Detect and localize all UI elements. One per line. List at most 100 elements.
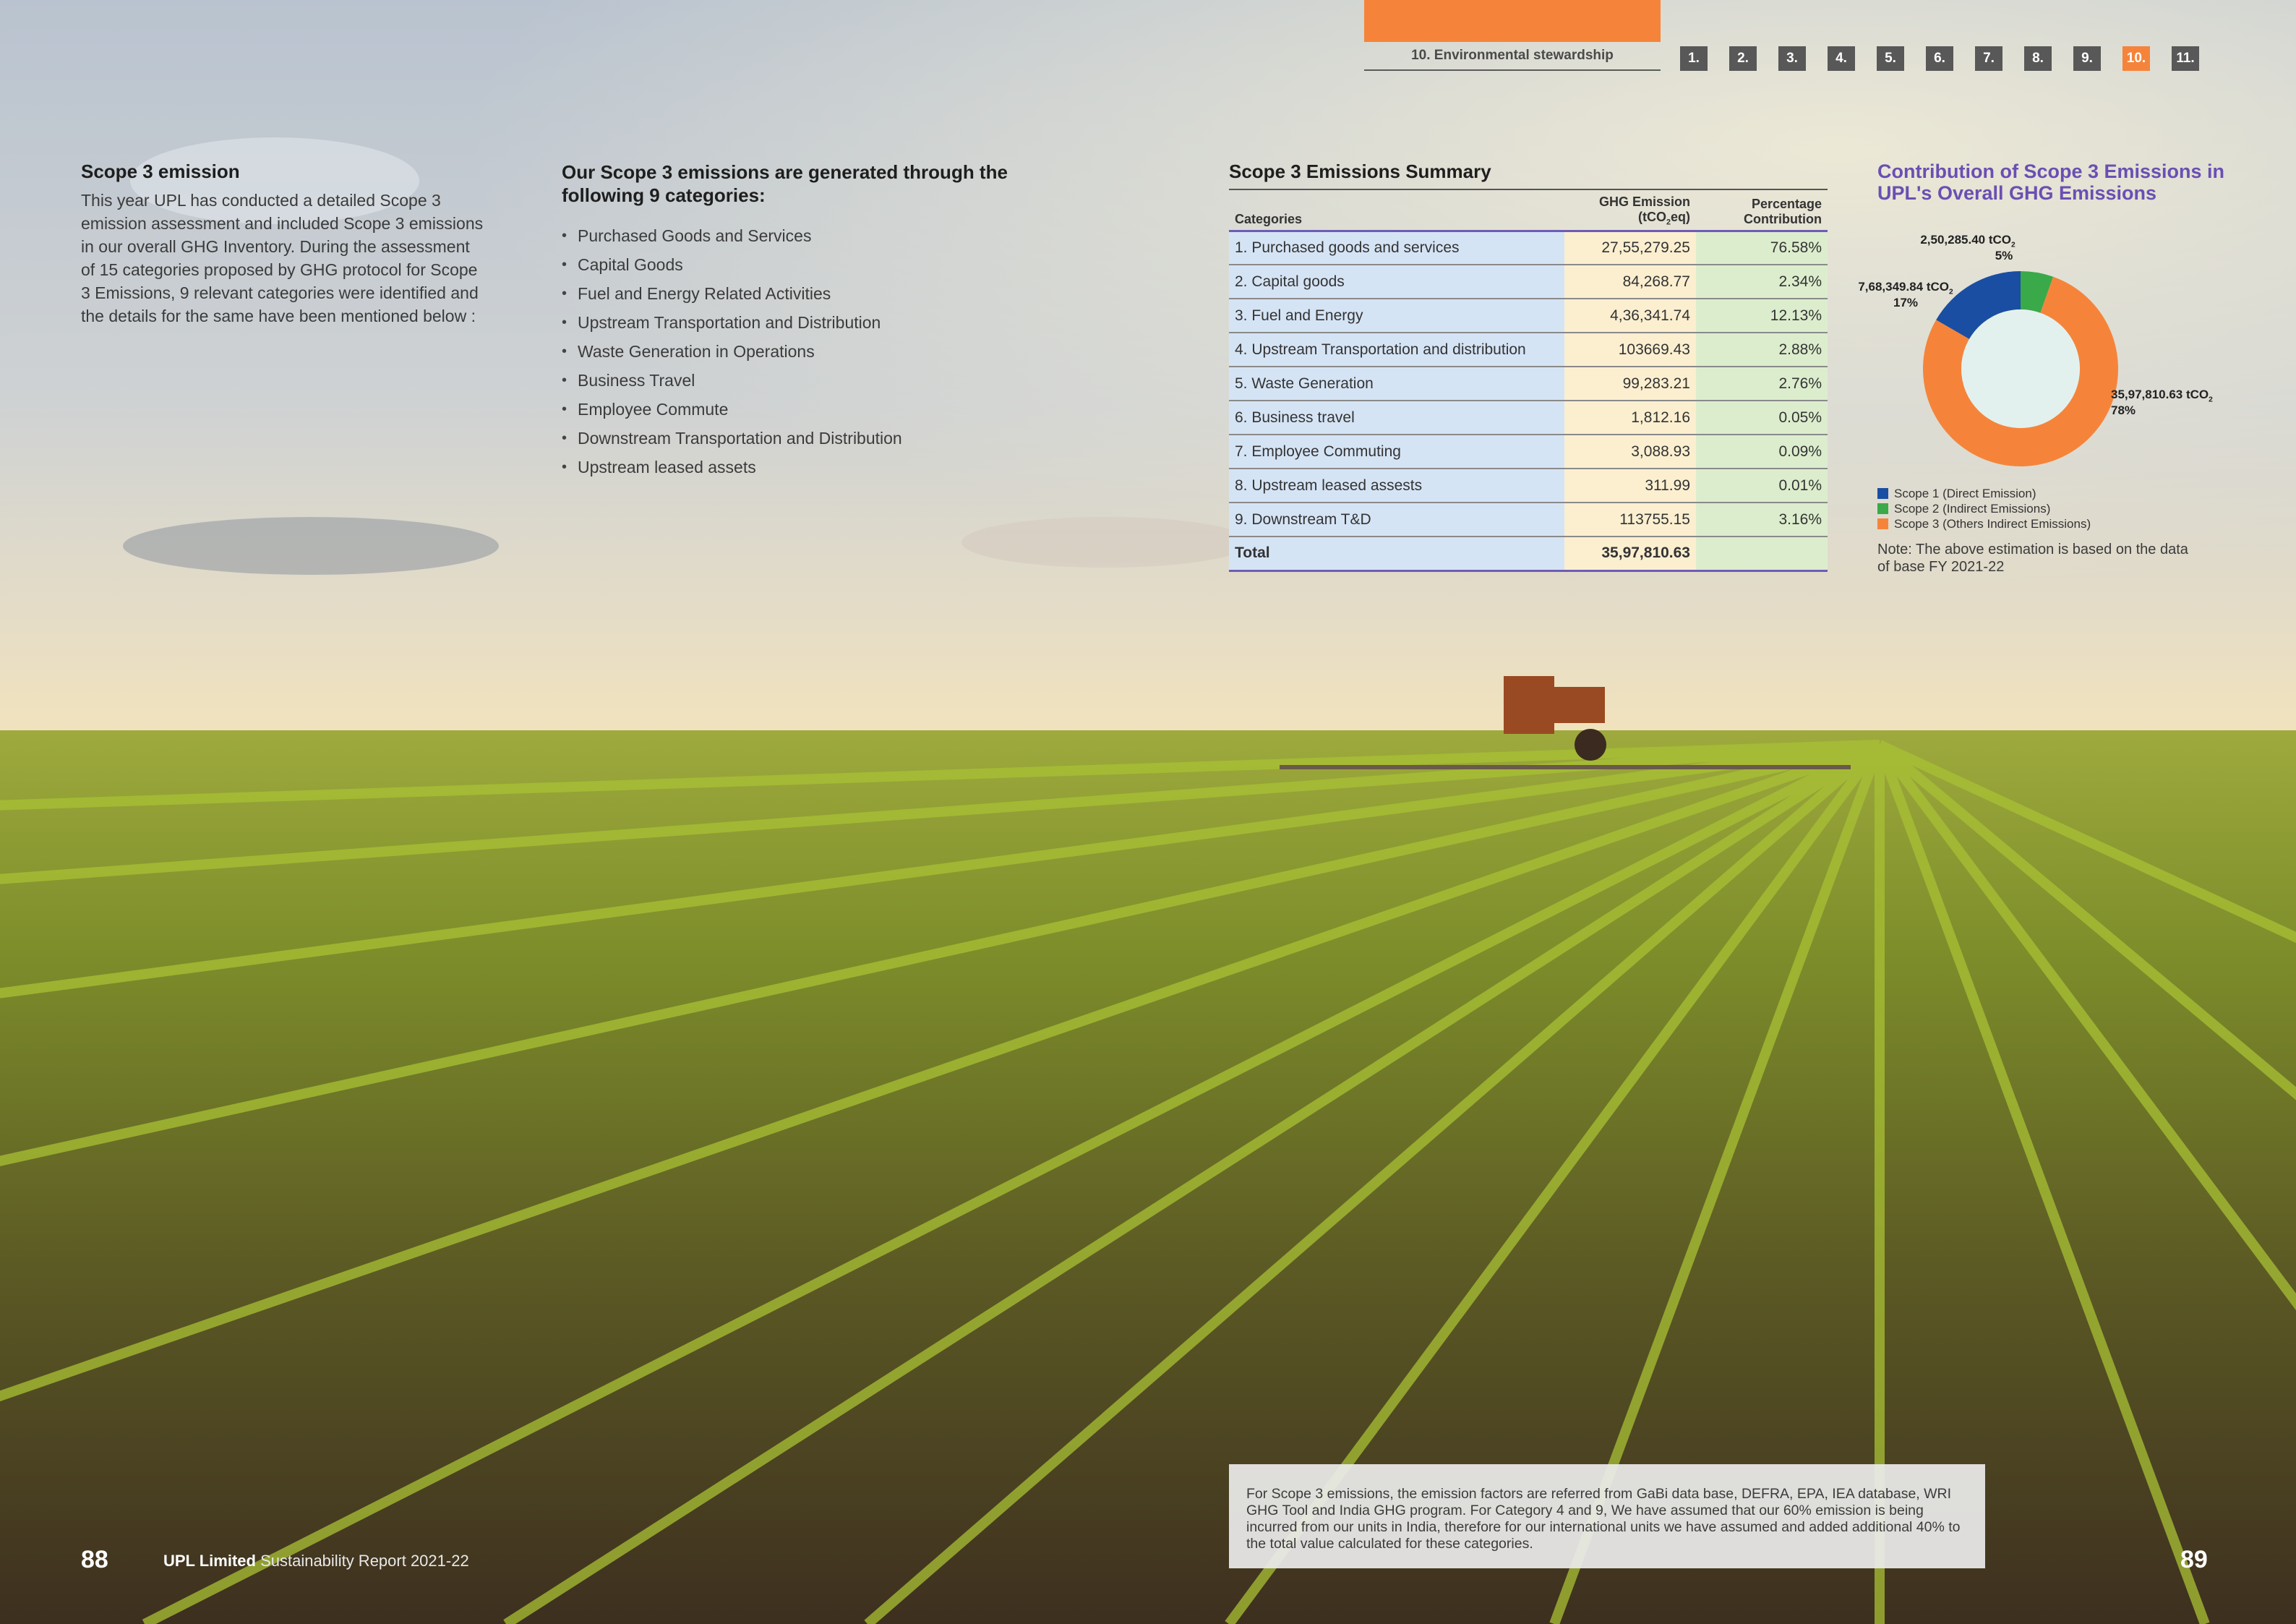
cell-percent: 0.01% — [1696, 469, 1828, 504]
cell-emission: 113755.15 — [1564, 503, 1696, 538]
donut-section: Contribution of Scope 3 Emissions in UPL… — [1877, 161, 2282, 204]
nav-tab-5[interactable]: 5. — [1877, 46, 1904, 71]
list-item: Business Travel — [562, 366, 1024, 395]
list-item: Employee Commute — [562, 395, 1024, 424]
scope2-pct: 5% — [1995, 249, 2013, 263]
donut-note: Note: The above estimation is based on t… — [1877, 542, 2188, 575]
cell-category: 2. Capital goods — [1229, 265, 1564, 300]
cell-percent: 0.05% — [1696, 401, 1828, 436]
nav-tab-4[interactable]: 4. — [1828, 46, 1855, 71]
nav-tab-9[interactable]: 9. — [2073, 46, 2101, 71]
cell-category: 6. Business travel — [1229, 401, 1564, 436]
cell-emission: 1,812.16 — [1564, 401, 1696, 436]
legend-item: Scope 1 (Direct Emission) — [1877, 486, 2091, 501]
nav-tab-1[interactable]: 1. — [1680, 46, 1708, 71]
nav-tab-3[interactable]: 3. — [1778, 46, 1806, 71]
scope1-value: 7,68,349.84 tCO — [1858, 280, 1950, 294]
cell-emission: 103669.43 — [1564, 333, 1696, 368]
total-total_label: Total — [1229, 537, 1564, 572]
nav-tab-7[interactable]: 7. — [1975, 46, 2002, 71]
cell-emission: 84,268.77 — [1564, 265, 1696, 300]
section-tabs: 1. 2. 3. 4. 5. 6. 7. 8. 9. 10. 11. — [1680, 46, 2221, 71]
scope1-pct: 17% — [1893, 296, 1919, 310]
col-header-emission-unit: (tCO — [1637, 210, 1666, 224]
total-total_percent — [1696, 537, 1828, 572]
col-header-emission-unit-end: eq) — [1671, 210, 1690, 224]
table-total-row: Total 35,97,810.63 — [1229, 537, 1828, 572]
cell-emission: 4,36,341.74 — [1564, 299, 1696, 334]
legend-label: Scope 2 (Indirect Emissions) — [1894, 502, 2051, 516]
nav-tab-6[interactable]: 6. — [1926, 46, 1953, 71]
legend-item: Scope 2 (Indirect Emissions) — [1877, 501, 2091, 516]
cell-category: 4. Upstream Transportation and distribut… — [1229, 333, 1564, 368]
list-item: Purchased Goods and Services — [562, 221, 1024, 250]
categories-section: Our Scope 3 emissions are generated thro… — [562, 161, 1024, 482]
summary-table: Categories GHG Emission (tCO2eq) Percent… — [1229, 188, 1828, 572]
cell-percent: 2.34% — [1696, 265, 1828, 300]
col-header-emission: GHG Emission (tCO2eq) — [1564, 188, 1696, 232]
footer-brand: UPL Limited Sustainability Report 2021-2… — [163, 1552, 469, 1570]
col-header-pct-line1: Percentage — [1751, 196, 1822, 211]
donut-label-scope3: 35,97,810.63 tCO2 78% — [2111, 388, 2248, 418]
total-total_emission: 35,97,810.63 — [1564, 537, 1696, 572]
donut-label-scope1: 7,68,349.84 tCO2 17% — [1848, 280, 1963, 310]
cell-emission: 27,55,279.25 — [1564, 231, 1696, 266]
table-row: 2. Capital goods 84,268.77 2.34% — [1229, 265, 1828, 300]
col-header-emission-line1: GHG Emission — [1598, 195, 1690, 209]
nav-tab-8[interactable]: 8. — [2024, 46, 2052, 71]
intro-heading: Scope 3 emission — [81, 161, 240, 182]
nav-tab-2[interactable]: 2. — [1729, 46, 1757, 71]
scope3-pct: 78% — [2111, 403, 2136, 418]
legend-swatch — [1877, 503, 1888, 514]
legend-swatch — [1877, 518, 1888, 529]
intro-section: Scope 3 emission This year UPL has condu… — [81, 161, 486, 328]
table-row: 7. Employee Commuting 3,088.93 0.09% — [1229, 435, 1828, 470]
cell-category: 7. Employee Commuting — [1229, 435, 1564, 470]
nav-accent-bar — [1364, 0, 1661, 42]
legend-label: Scope 3 (Others Indirect Emissions) — [1894, 517, 2091, 531]
cell-category: 1. Purchased goods and services — [1229, 231, 1564, 266]
categories-list: Purchased Goods and ServicesCapital Good… — [562, 221, 1024, 482]
categories-heading: Our Scope 3 emissions are generated thro… — [562, 161, 1008, 206]
table-row: 8. Upstream leased assests 311.99 0.01% — [1229, 469, 1828, 504]
cell-percent: 76.58% — [1696, 231, 1828, 266]
cell-percent: 12.13% — [1696, 299, 1828, 334]
cell-emission: 311.99 — [1564, 469, 1696, 504]
table-row: 6. Business travel 1,812.16 0.05% — [1229, 401, 1828, 436]
cell-category: 5. Waste Generation — [1229, 367, 1564, 402]
table-row: 4. Upstream Transportation and distribut… — [1229, 333, 1828, 368]
scope3-value: 35,97,810.63 tCO — [2111, 388, 2209, 401]
table-title: Scope 3 Emissions Summary — [1229, 161, 1491, 182]
nav-tab-10[interactable]: 10. — [2122, 46, 2150, 71]
brand-name: UPL Limited — [163, 1552, 256, 1570]
legend-label: Scope 1 (Direct Emission) — [1894, 487, 2036, 500]
list-item: Upstream leased assets — [562, 453, 1024, 482]
list-item: Upstream Transportation and Distribution — [562, 308, 1024, 337]
cell-category: 8. Upstream leased assests — [1229, 469, 1564, 504]
section-title: 10. Environmental stewardship — [1364, 45, 1661, 71]
scope2-sub: 2 — [2011, 241, 2016, 249]
cell-percent: 2.76% — [1696, 367, 1828, 402]
list-item: Fuel and Energy Related Activities — [562, 279, 1024, 308]
donut-title: Contribution of Scope 3 Emissions in UPL… — [1877, 161, 2225, 204]
donut-label-scope2: 2,50,285.40 tCO2 5% — [1903, 233, 2033, 263]
page-number-left: 88 — [81, 1546, 108, 1573]
list-item: Waste Generation in Operations — [562, 337, 1024, 366]
footnote-box: For Scope 3 emissions, the emission fact… — [1229, 1464, 1985, 1568]
summary-table-section: Scope 3 Emissions Summary Categories GHG… — [1229, 161, 1828, 572]
list-item: Downstream Transportation and Distributi… — [562, 424, 1024, 453]
scope3-sub: 2 — [2209, 396, 2213, 404]
col-header-percentage: Percentage Contribution — [1696, 188, 1828, 232]
cell-percent: 2.88% — [1696, 333, 1828, 368]
table-row: 5. Waste Generation 99,283.21 2.76% — [1229, 367, 1828, 402]
page-number-right: 89 — [2180, 1546, 2208, 1573]
nav-tab-11[interactable]: 11. — [2172, 46, 2199, 71]
table-row: 9. Downstream T&D 113755.15 3.16% — [1229, 503, 1828, 538]
donut-legend: Scope 1 (Direct Emission) Scope 2 (Indire… — [1877, 486, 2091, 531]
list-item: Capital Goods — [562, 250, 1024, 279]
brand-report: Sustainability Report 2021-22 — [255, 1552, 469, 1570]
table-row: 1. Purchased goods and services 27,55,279… — [1229, 231, 1828, 266]
intro-body: This year UPL has conducted a detailed S… — [81, 191, 484, 325]
col-header-pct-line2: Contribution — [1744, 211, 1822, 226]
cell-category: 9. Downstream T&D — [1229, 503, 1564, 538]
